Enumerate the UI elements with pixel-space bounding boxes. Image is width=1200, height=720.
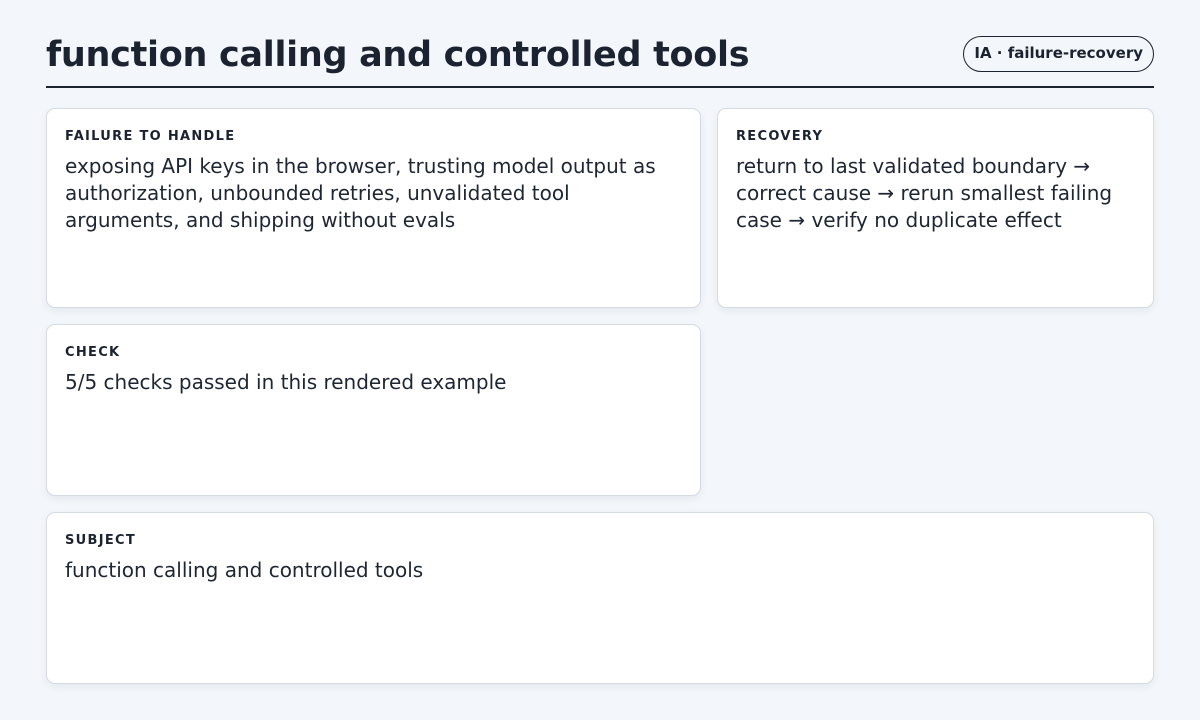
recovery-card-body: return to last validated boundary → corr… xyxy=(736,154,1113,232)
failure-card: FAILURE TO HANDLE exposing API keys in t… xyxy=(46,108,701,308)
category-badge: IA · failure-recovery xyxy=(963,36,1154,72)
subject-card-label: SUBJECT xyxy=(65,533,137,548)
recovery-card-label: RECOVERY xyxy=(736,129,824,144)
failure-card-label: FAILURE TO HANDLE xyxy=(65,129,236,144)
check-card-label: CHECK xyxy=(65,345,121,360)
page-header: function calling and controlled tools IA… xyxy=(46,28,1154,88)
subject-card-body: function calling and controlled tools xyxy=(65,558,424,582)
failure-card-body: exposing API keys in the browser, trusti… xyxy=(65,154,656,232)
page-title: function calling and controlled tools xyxy=(46,35,750,75)
check-card: CHECK 5/5 checks passed in this rendered… xyxy=(46,324,701,496)
check-card-body: 5/5 checks passed in this rendered examp… xyxy=(65,370,507,394)
subject-card: SUBJECT function calling and controlled … xyxy=(46,512,1154,684)
recovery-card: RECOVERY return to last validated bounda… xyxy=(717,108,1154,308)
